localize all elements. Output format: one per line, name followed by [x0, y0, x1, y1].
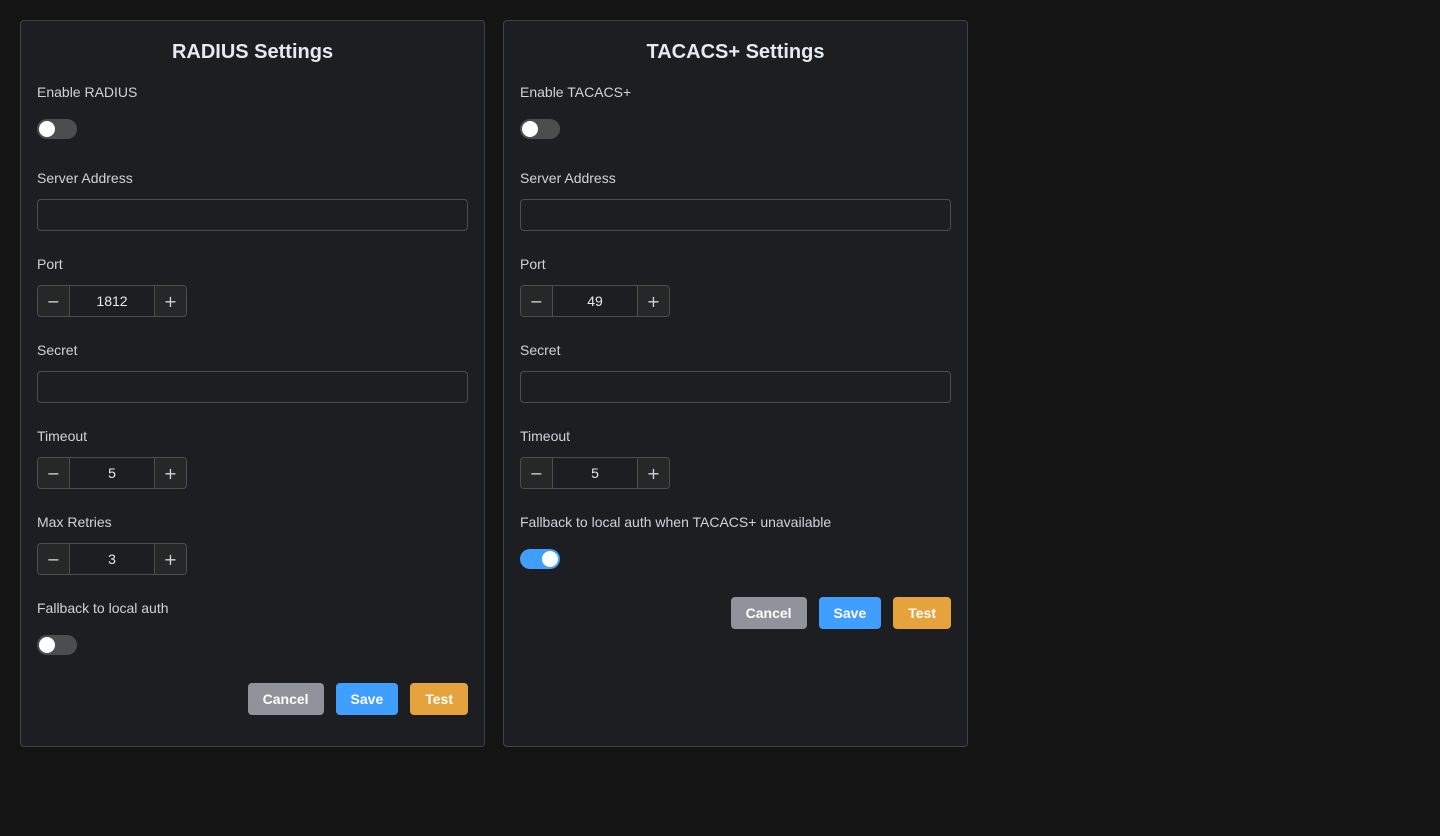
plus-icon: + — [646, 463, 661, 483]
minus-icon: − — [529, 291, 544, 311]
tacacs-enable-row — [520, 113, 951, 145]
minus-icon: − — [46, 291, 61, 311]
plus-icon: + — [646, 291, 661, 311]
radius-port-input[interactable] — [70, 286, 154, 316]
radius-port-stepper: − + — [37, 285, 187, 317]
radius-save-button[interactable]: Save — [335, 683, 399, 715]
tacacs-timeout-input[interactable] — [553, 458, 637, 488]
tacacs-enable-field: Enable TACACS+ — [520, 81, 951, 145]
minus-icon: − — [46, 549, 61, 569]
tacacs-port-stepper: − + — [520, 285, 670, 317]
radius-fallback-field: Fallback to local auth — [37, 597, 468, 661]
radius-form: Enable RADIUS Server Address Port − + — [37, 81, 468, 715]
radius-max-retries-increment-button[interactable]: + — [154, 544, 186, 574]
radius-port-label: Port — [37, 256, 63, 272]
tacacs-secret-label: Secret — [520, 342, 561, 358]
tacacs-port-input[interactable] — [553, 286, 637, 316]
minus-icon: − — [46, 463, 61, 483]
radius-fallback-label: Fallback to local auth — [37, 600, 169, 616]
radius-max-retries-stepper: − + — [37, 543, 187, 575]
tacacs-save-button[interactable]: Save — [818, 597, 882, 629]
plus-icon: + — [163, 463, 178, 483]
radius-secret-field: Secret — [37, 339, 468, 403]
tacacs-fallback-label: Fallback to local auth when TACACS+ unav… — [520, 514, 832, 530]
toggle-knob — [39, 637, 55, 653]
tacacs-enable-label: Enable TACACS+ — [520, 84, 632, 100]
tacacs-settings-panel: TACACS+ Settings Enable TACACS+ Server A… — [503, 20, 968, 747]
tacacs-server-address-input[interactable] — [520, 199, 951, 231]
radius-test-button[interactable]: Test — [410, 683, 468, 715]
tacacs-server-address-field: Server Address — [520, 167, 951, 231]
tacacs-port-increment-button[interactable]: + — [637, 286, 669, 316]
tacacs-port-label: Port — [520, 256, 546, 272]
radius-enable-field: Enable RADIUS — [37, 81, 468, 145]
tacacs-panel-title: TACACS+ Settings — [646, 41, 825, 63]
radius-timeout-label: Timeout — [37, 428, 88, 444]
radius-enable-row — [37, 113, 468, 145]
radius-server-address-field: Server Address — [37, 167, 468, 231]
minus-icon: − — [529, 463, 544, 483]
radius-max-retries-field: Max Retries − + — [37, 511, 468, 575]
radius-settings-panel: RADIUS Settings Enable RADIUS Server Add… — [20, 20, 485, 747]
radius-max-retries-label: Max Retries — [37, 514, 112, 530]
radius-port-decrement-button[interactable]: − — [38, 286, 70, 316]
radius-cancel-button[interactable]: Cancel — [247, 683, 324, 715]
toggle-knob — [39, 121, 55, 137]
radius-fallback-toggle[interactable] — [37, 635, 77, 655]
radius-panel-title: RADIUS Settings — [171, 41, 334, 63]
radius-actions: Cancel Save Test — [37, 683, 468, 715]
tacacs-enable-toggle[interactable] — [520, 119, 560, 139]
radius-enable-label: Enable RADIUS — [37, 84, 138, 100]
tacacs-cancel-button[interactable]: Cancel — [730, 597, 807, 629]
radius-port-increment-button[interactable]: + — [154, 286, 186, 316]
plus-icon: + — [163, 291, 178, 311]
tacacs-form: Enable TACACS+ Server Address Port − + — [520, 81, 951, 629]
tacacs-timeout-field: Timeout − + — [520, 425, 951, 489]
radius-secret-input[interactable] — [37, 371, 468, 403]
tacacs-port-field: Port − + — [520, 253, 951, 317]
radius-secret-label: Secret — [37, 342, 78, 358]
radius-timeout-increment-button[interactable]: + — [154, 458, 186, 488]
toggle-knob — [522, 121, 538, 137]
tacacs-actions: Cancel Save Test — [520, 597, 951, 629]
radius-enable-toggle[interactable] — [37, 119, 77, 139]
tacacs-fallback-toggle[interactable] — [520, 549, 560, 569]
tacacs-secret-input[interactable] — [520, 371, 951, 403]
tacacs-fallback-row — [520, 543, 951, 575]
radius-max-retries-input[interactable] — [70, 544, 154, 574]
tacacs-secret-field: Secret — [520, 339, 951, 403]
radius-server-address-label: Server Address — [37, 170, 133, 186]
plus-icon: + — [163, 549, 178, 569]
tacacs-timeout-stepper: − + — [520, 457, 670, 489]
tacacs-timeout-label: Timeout — [520, 428, 571, 444]
radius-timeout-stepper: − + — [37, 457, 187, 489]
tacacs-timeout-increment-button[interactable]: + — [637, 458, 669, 488]
radius-port-field: Port − + — [37, 253, 468, 317]
radius-fallback-row — [37, 629, 468, 661]
toggle-knob — [542, 551, 558, 567]
tacacs-port-decrement-button[interactable]: − — [521, 286, 553, 316]
radius-server-address-input[interactable] — [37, 199, 468, 231]
radius-max-retries-decrement-button[interactable]: − — [38, 544, 70, 574]
tacacs-fallback-field: Fallback to local auth when TACACS+ unav… — [520, 511, 951, 575]
radius-timeout-field: Timeout − + — [37, 425, 468, 489]
tacacs-test-button[interactable]: Test — [893, 597, 951, 629]
tacacs-server-address-label: Server Address — [520, 170, 616, 186]
radius-timeout-input[interactable] — [70, 458, 154, 488]
tacacs-timeout-decrement-button[interactable]: − — [521, 458, 553, 488]
radius-timeout-decrement-button[interactable]: − — [38, 458, 70, 488]
